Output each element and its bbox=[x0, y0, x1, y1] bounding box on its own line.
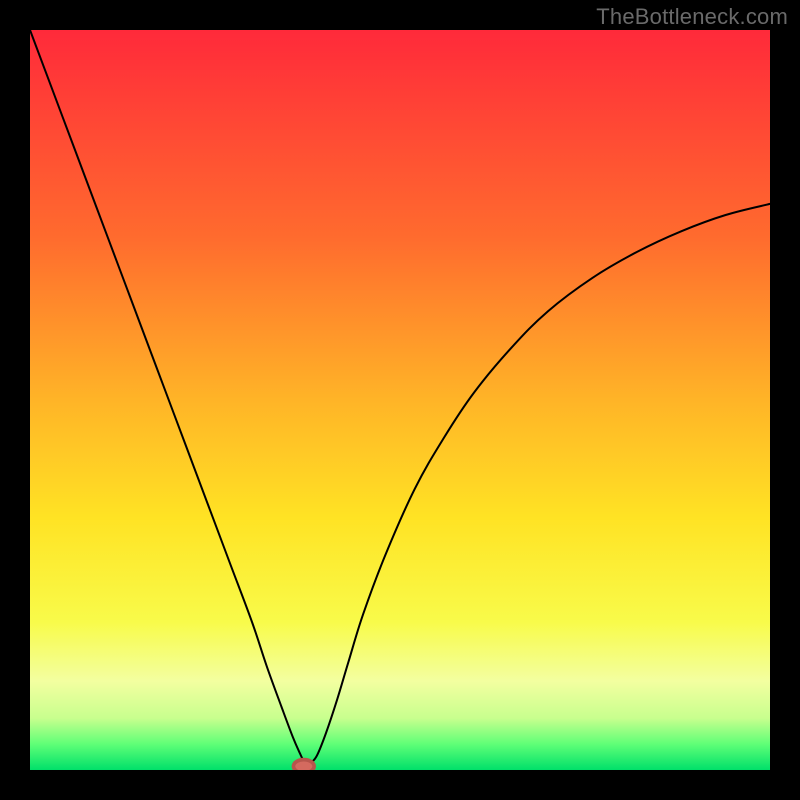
chart-svg bbox=[30, 30, 770, 770]
optimal-point bbox=[293, 760, 314, 770]
chart-plot-area bbox=[30, 30, 770, 770]
chart-background bbox=[30, 30, 770, 770]
markers-group bbox=[293, 760, 314, 770]
watermark-text: TheBottleneck.com bbox=[596, 4, 788, 30]
chart-frame: TheBottleneck.com bbox=[0, 0, 800, 800]
